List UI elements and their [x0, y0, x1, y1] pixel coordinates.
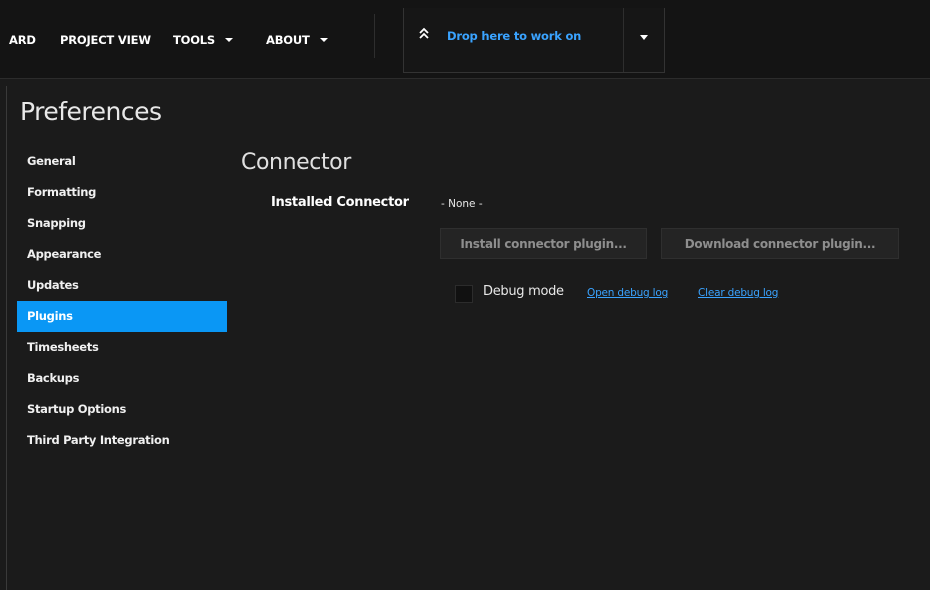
sidebar-item-updates[interactable]: Updates — [17, 270, 227, 301]
sidebar-item-startup-options[interactable]: Startup Options — [17, 394, 227, 425]
sidebar-item-third-party-integration[interactable]: Third Party Integration — [17, 425, 227, 456]
sidebar-item-formatting[interactable]: Formatting — [17, 177, 227, 208]
menu-item-project-view[interactable]: PROJECT VIEW — [60, 33, 151, 49]
installed-connector-label: Installed Connector — [271, 195, 409, 210]
double-chevron-up-icon — [419, 27, 429, 39]
preferences-sidebar: General Formatting Snapping Appearance U… — [17, 146, 227, 456]
chevron-down-icon — [225, 37, 234, 42]
sidebar-item-appearance[interactable]: Appearance — [17, 239, 227, 270]
debug-mode-label: Debug mode — [483, 284, 564, 299]
install-connector-button[interactable]: Install connector plugin... — [440, 228, 647, 259]
open-debug-log-link[interactable]: Open debug log — [587, 287, 668, 299]
sidebar-item-plugins[interactable]: Plugins — [17, 301, 227, 332]
chevron-down-icon — [319, 37, 328, 42]
section-title-connector: Connector — [241, 150, 351, 175]
menu-divider — [374, 14, 375, 58]
left-border — [6, 86, 7, 590]
menu-item-about[interactable]: ABOUT — [266, 33, 328, 49]
drop-zone-label: Drop here to work on — [447, 29, 582, 43]
drop-zone[interactable]: Drop here to work on — [403, 8, 665, 73]
sidebar-item-general[interactable]: General — [17, 146, 227, 177]
debug-mode-checkbox[interactable] — [455, 285, 473, 303]
menu-item-tools[interactable]: TOOLS — [173, 33, 234, 49]
drop-zone-dropdown-icon[interactable] — [640, 35, 648, 40]
top-menu-bar: ARD PROJECT VIEW TOOLS ABOUT Drop here t… — [0, 0, 930, 79]
page-title: Preferences — [20, 97, 162, 126]
sidebar-item-timesheets[interactable]: Timesheets — [17, 332, 227, 363]
download-connector-button[interactable]: Download connector plugin... — [661, 228, 899, 259]
drop-zone-divider — [623, 8, 624, 72]
menu-item-dashboard[interactable]: ARD — [9, 33, 36, 49]
menu-about-label: ABOUT — [266, 33, 310, 47]
clear-debug-log-link[interactable]: Clear debug log — [698, 287, 778, 299]
menu-tools-label: TOOLS — [173, 33, 216, 47]
sidebar-item-snapping[interactable]: Snapping — [17, 208, 227, 239]
installed-connector-value: - None - — [441, 198, 483, 210]
sidebar-item-backups[interactable]: Backups — [17, 363, 227, 394]
